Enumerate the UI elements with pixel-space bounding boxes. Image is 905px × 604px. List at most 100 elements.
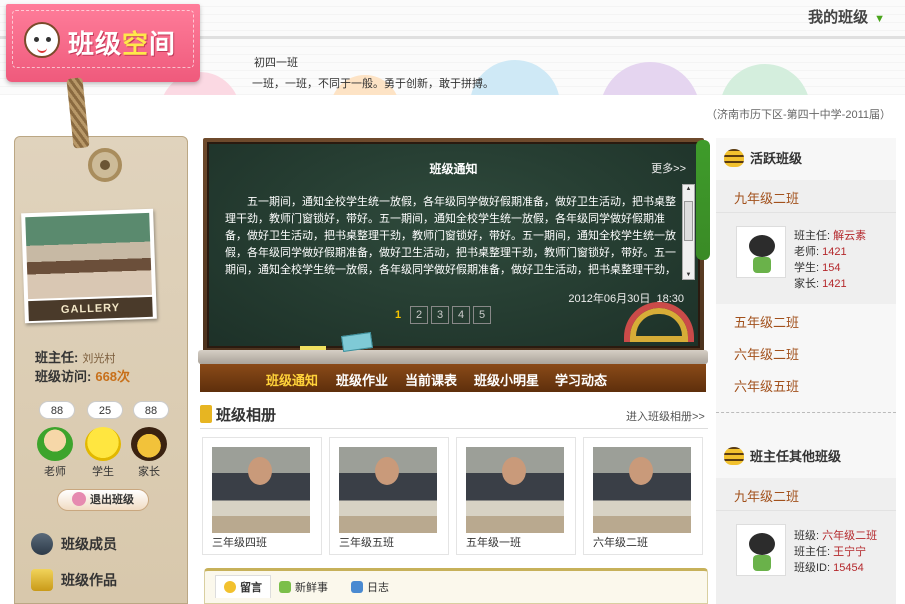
active-class-card[interactable]: 九年级二班 班主任: 解云素 老师: 1421 学生: 154 家长: 1421 <box>716 180 896 304</box>
album-card[interactable]: 三年级五班 <box>329 437 449 555</box>
visits-label: 班级访问: <box>35 369 92 384</box>
album-more-link[interactable]: 进入班级相册>> <box>626 408 705 424</box>
my-class-menu[interactable]: 我的班级 ▼ <box>808 6 885 27</box>
active-classes-heading: 活跃班级 <box>724 148 802 167</box>
album-caption: 五年级一班 <box>466 537 521 549</box>
divider <box>716 212 896 213</box>
tab-class-homework[interactable]: 班级作业 <box>336 370 388 389</box>
scroll-down-icon[interactable]: ▼ <box>685 272 692 278</box>
decor-bubble <box>720 64 810 95</box>
my-class-label: 我的班级 <box>808 9 869 26</box>
tab-class-notice[interactable]: 班级通知 <box>266 370 318 389</box>
active-class-link[interactable]: 六年级二班 <box>734 344 799 363</box>
speech-bubble-icon <box>224 581 236 593</box>
school-location: （济南市历下区-第四十中学-2011届） <box>706 109 891 121</box>
parent-avatar-icon[interactable] <box>131 427 167 461</box>
visits-row: 班级访问: 668次 <box>35 366 130 385</box>
album-card[interactable]: 六年级二班 <box>583 437 703 555</box>
student-label-text: 学生 <box>92 466 114 478</box>
album-photo <box>466 447 564 533</box>
tab-blog[interactable]: 日志 <box>351 579 389 595</box>
active-classes-title: 活跃班级 <box>750 151 803 166</box>
album-caption: 三年级四班 <box>212 537 267 549</box>
members-icon <box>31 533 53 555</box>
tab-messages[interactable]: 留言 <box>215 575 271 598</box>
logo-title: 班级空间 <box>68 29 177 59</box>
menu-class-members-label: 班级成员 <box>61 536 117 552</box>
tab-schedule[interactable]: 当前课表 <box>405 370 457 389</box>
class-avatar <box>736 226 786 278</box>
album-photo <box>339 447 437 533</box>
other-class-name: 九年级二班 <box>734 489 800 504</box>
class-motto: 一班，一班，不同于一般。勇于创新，敢于拼搏。 <box>252 78 494 90</box>
scroll-up-icon[interactable]: ▲ <box>685 186 692 192</box>
page-3[interactable]: 3 <box>431 306 449 324</box>
teacher-avatar-icon[interactable] <box>37 427 73 461</box>
menu-class-works-label: 班级作品 <box>61 572 117 588</box>
logo[interactable]: 班级空间 <box>6 4 200 82</box>
class-avatar <box>736 524 786 576</box>
menu-class-members[interactable]: 班级成员 <box>31 533 117 555</box>
student-avatar-icon[interactable] <box>85 427 121 461</box>
active-class-link[interactable]: 六年级五班 <box>734 376 799 395</box>
book-icon <box>351 581 363 593</box>
board-nav: 班级通知 班级作业 当前课表 班级小明星 学习动态 <box>200 364 706 392</box>
other-classes-heading: 班主任其他班级 <box>724 446 841 465</box>
gallery-label: GALLERY <box>28 296 153 322</box>
teacher-label-text: 老师 <box>44 466 66 478</box>
teacher-name-link[interactable]: 王宁宁 <box>833 546 866 558</box>
pencil-icon <box>200 405 212 423</box>
decor-bubble <box>600 62 700 95</box>
class-profile-panel: GALLERY 班主任: 刘光村 班级访问: 668次 88 25 88 老师 学生… <box>14 136 188 604</box>
notice-board: 班级通知 更多>> 五一期间，通知全校学生统一放假，各年级同学做好假期准备，做好… <box>207 142 700 348</box>
news-icon <box>279 581 291 593</box>
caret-down-icon: ▼ <box>874 13 885 25</box>
teacher-name: 刘光村 <box>82 353 116 365</box>
right-divider <box>716 412 896 413</box>
page-2[interactable]: 2 <box>410 306 428 324</box>
menu-class-works[interactable]: 班级作品 <box>31 569 117 591</box>
parent-label-text: 家长 <box>138 466 160 478</box>
page-1[interactable]: 1 <box>389 306 407 324</box>
notice-title: 班级通知 <box>429 162 478 176</box>
teacher-label: 班主任: <box>35 350 79 365</box>
notice-more-link[interactable]: 更多>> <box>651 160 686 176</box>
vine-decoration <box>696 140 710 260</box>
leave-class-label: 退出班级 <box>90 494 134 506</box>
album-title: 班级相册 <box>216 407 277 424</box>
tab-news[interactable]: 新鲜事 <box>279 579 328 595</box>
page-5[interactable]: 5 <box>473 306 491 324</box>
album-card[interactable]: 三年级四班 <box>202 437 322 555</box>
mascot-face-icon <box>24 22 60 58</box>
notice-scrollbar[interactable]: ▲ ▼ <box>682 184 695 280</box>
tab-study-news[interactable]: 学习动态 <box>555 370 607 389</box>
folder-icon <box>31 569 53 591</box>
album-divider <box>200 428 708 429</box>
page-4[interactable]: 4 <box>452 306 470 324</box>
active-class-name: 九年级二班 <box>734 191 800 206</box>
class-link[interactable]: 六年级二班 <box>822 530 877 542</box>
album-card[interactable]: 五年级一班 <box>456 437 576 555</box>
teacher-name-link[interactable]: 解云素 <box>833 230 866 242</box>
scroll-thumb[interactable] <box>684 201 693 241</box>
notice-date: 2012年06月30日 <box>568 293 651 305</box>
active-class-link[interactable]: 五年级二班 <box>734 312 799 331</box>
other-classes-title: 班主任其他班级 <box>750 449 842 464</box>
teacher-row: 班主任: 刘光村 <box>35 347 115 366</box>
user-icon <box>72 492 86 506</box>
visits-value: 668次 <box>95 369 131 384</box>
album-heading: 班级相册 <box>200 404 276 425</box>
other-class-card[interactable]: 九年级二班 班级: 六年级二班 班主任: 王宁宁 班级ID: 15454 <box>716 478 896 604</box>
chalk-icon <box>300 346 326 350</box>
tab-class-stars[interactable]: 班级小明星 <box>474 370 539 389</box>
tag-hole <box>88 148 122 182</box>
class-name: 初四一班 <box>254 57 298 69</box>
chalk-ledge <box>198 350 708 364</box>
class-photo[interactable]: GALLERY <box>21 208 157 324</box>
class-photo-image <box>25 212 153 300</box>
other-class-info: 班级: 六年级二班 班主任: 王宁宁 班级ID: 15454 <box>794 530 878 574</box>
album-photo <box>212 447 310 533</box>
parent-count: 88 <box>133 401 169 419</box>
leave-class-button[interactable]: 退出班级 <box>57 489 149 511</box>
rainbow-decoration <box>624 302 694 342</box>
